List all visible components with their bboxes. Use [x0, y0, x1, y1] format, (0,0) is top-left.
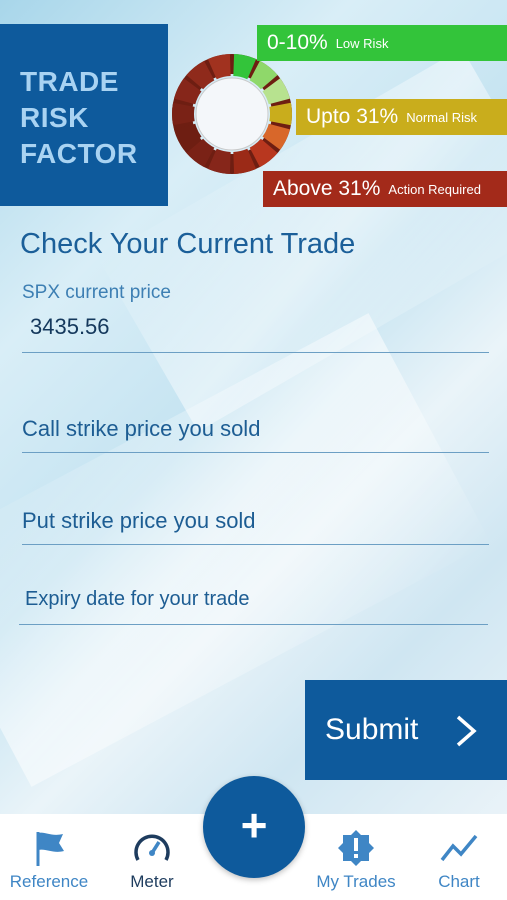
risk-label: Low Risk — [335, 35, 389, 51]
nav-label-chart: Chart — [438, 872, 480, 891]
plus-icon: + — [240, 799, 268, 851]
call-strike-input[interactable]: Call strike price you sold — [22, 416, 489, 453]
spx-price-input[interactable]: 3435.56 — [22, 304, 489, 353]
risk-level-low: 0-10% Low Risk — [257, 25, 507, 61]
speedometer-icon — [134, 834, 170, 861]
nav-item-meter[interactable]: Meter — [104, 814, 200, 900]
put-strike-field[interactable]: Put strike price you sold — [22, 508, 489, 545]
expiry-date-input[interactable]: Expiry date for your trade — [19, 588, 488, 625]
expiry-date-field[interactable]: Expiry date for your trade — [19, 588, 488, 625]
risk-range: Above 31% — [273, 177, 381, 200]
chevron-right-icon — [456, 715, 477, 747]
submit-button[interactable]: Submit — [305, 680, 507, 780]
nav-label-reference: Reference — [9, 872, 89, 891]
call-strike-field[interactable]: Call strike price you sold — [22, 416, 489, 453]
spx-price-field[interactable]: SPX current price 3435.56 — [22, 282, 489, 353]
nav-label-meter: Meter — [130, 872, 174, 891]
add-trade-button[interactable]: + — [203, 776, 305, 878]
flag-icon — [36, 832, 64, 866]
risk-label: Normal Risk — [406, 109, 478, 125]
nav-item-reference[interactable]: Reference — [0, 814, 98, 900]
page-title: Check Your Current Trade — [20, 228, 356, 260]
logo-line-2: RISK — [20, 102, 89, 133]
nav-label-my-trades: My Trades — [316, 872, 396, 891]
app-logo: TRADE RISK FACTOR — [0, 24, 168, 206]
nav-item-chart[interactable]: Chart — [420, 814, 498, 900]
risk-level-high: Above 31% Action Required — [263, 171, 507, 207]
logo-line-1: TRADE — [20, 66, 119, 97]
risk-label: Action Required — [388, 181, 481, 197]
nav-item-my-trades[interactable]: My Trades — [306, 814, 406, 900]
risk-level-normal: Upto 31% Normal Risk — [296, 99, 507, 135]
submit-label: Submit — [325, 713, 419, 746]
put-strike-input[interactable]: Put strike price you sold — [22, 508, 489, 545]
logo-line-3: FACTOR — [20, 138, 138, 169]
alert-badge-icon — [338, 830, 374, 866]
risk-range: 0-10% — [267, 31, 328, 54]
risk-gauge-icon — [172, 54, 292, 174]
spx-price-label: SPX current price — [22, 282, 171, 303]
line-chart-icon — [440, 834, 478, 862]
risk-range: Upto 31% — [306, 105, 399, 128]
